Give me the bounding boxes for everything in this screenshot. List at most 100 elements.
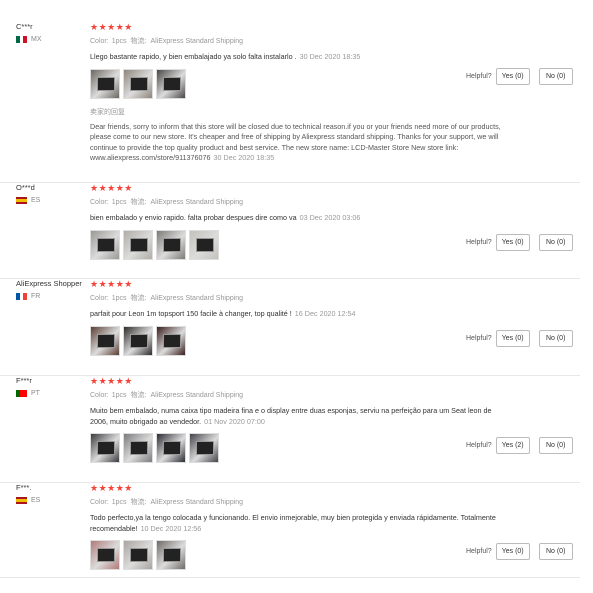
reviewer-country: PT (16, 390, 88, 397)
review-photo-thumbnail[interactable] (156, 540, 186, 570)
color-label: Color: (90, 38, 109, 45)
review-photo-thumbnail[interactable] (123, 68, 153, 99)
review-photo-thumbnail[interactable] (90, 540, 120, 570)
reviewer-name: F***. (16, 483, 32, 492)
helpful-yes-button[interactable]: Yes (0) (495, 68, 530, 85)
logistics-value: AliExpress Standard Shipping (150, 199, 244, 206)
feedback-body: Muito bem embalado, numa caixa tipo made… (90, 406, 492, 426)
feedback-text: Todo perfecto,ya la tengo colocada y fun… (90, 513, 510, 534)
country-flag-icon (16, 197, 27, 204)
review-item: O***d ES ★★★★★ Color: 1pcs 物流: AliExpress Stan… (0, 183, 580, 279)
helpful-yes-button[interactable]: Yes (0) (495, 330, 530, 347)
reviewer-name: O***d (16, 183, 35, 192)
helpful-no-button[interactable]: No (0) (538, 543, 573, 560)
feedback-text: bien embalado y envio rapido. falta prob… (90, 213, 510, 224)
country-code: MX (31, 36, 42, 43)
helpful-controls: Helpful? Yes (2) No (0) (466, 437, 573, 454)
helpful-yes-button[interactable]: Yes (2) (495, 437, 530, 454)
review-item: C***r MX ★★★★★ Color: 1pcs 物流: AliExpress Stan… (0, 22, 580, 183)
logistics-label: 物流: (130, 295, 147, 302)
seller-reply-title: 卖家的回复 (90, 108, 125, 116)
feedback-text: Llego bastante rapido, y bien embalajado… (90, 52, 510, 63)
country-code: FR (31, 293, 41, 300)
review-photo-thumbnail[interactable] (156, 325, 186, 356)
feedback-date: 10 Dec 2020 12:56 (140, 523, 202, 533)
review-photo-thumbnail[interactable] (189, 433, 219, 463)
color-label: Color: (90, 199, 109, 206)
logistics-value: AliExpress Standard Shipping (150, 38, 244, 45)
reviewer-info: F***. ES (16, 483, 88, 504)
country-code: ES (31, 197, 41, 204)
review-photo-thumbnail[interactable] (90, 325, 120, 356)
country-flag-icon (16, 36, 28, 43)
logistics-value: AliExpress Standard Shipping (150, 499, 244, 506)
feedback-date: 30 Dec 2020 18:35 (299, 52, 361, 61)
color-label: Color: (90, 295, 109, 302)
seller-reply-body: Dear friends, sorry to inform that this … (90, 121, 501, 163)
reviewer-country: FR (16, 293, 88, 300)
review-photo-thumbnail[interactable] (123, 229, 153, 260)
helpful-yes-button[interactable]: Yes (0) (495, 543, 530, 560)
reviewer-name: F***r (16, 376, 32, 385)
review-photo-thumbnail[interactable] (123, 540, 153, 570)
seller-reply-date: 30 Dec 2020 18:35 (213, 153, 275, 162)
review-photo-thumbnail[interactable] (156, 433, 186, 463)
review-item: F***r PT ★★★★★ Color: 1pcs 物流: AliExpress Stan… (0, 376, 580, 483)
feedback-body: Llego bastante rapido, y bien embalajado… (90, 52, 297, 61)
review-content: ★★★★★ Color: 1pcs 物流: AliExpress Standard Sh… (90, 22, 510, 164)
review-photo-thumbnail[interactable] (90, 68, 120, 99)
review-photo-thumbnail[interactable] (90, 229, 120, 260)
country-code: PT (31, 390, 40, 397)
feedback-date: 16 Dec 2020 12:54 (294, 309, 356, 318)
feedback-body: parfait pour Leon 1m topsport 150 facile… (90, 309, 292, 318)
review-content: ★★★★★ Color: 1pcs 物流: AliExpress Standard Sh… (90, 483, 510, 570)
helpful-label: Helpful? (466, 335, 492, 342)
color-value: 1pcs (111, 392, 127, 399)
helpful-no-button[interactable]: No (0) (538, 437, 573, 454)
review-content: ★★★★★ Color: 1pcs 物流: AliExpress Standard Sh… (90, 183, 510, 260)
feedback-body: bien embalado y envio rapido. falta prob… (90, 213, 297, 222)
helpful-no-button[interactable]: No (0) (538, 68, 573, 85)
helpful-label: Helpful? (466, 442, 492, 449)
logistics-label: 物流: (130, 392, 147, 399)
order-info: Color: 1pcs 物流: AliExpress Standard Shippin… (90, 294, 510, 303)
review-photos (90, 433, 510, 463)
reviewer-info: AliExpress Shopper FR (16, 279, 88, 300)
review-photo-thumbnail[interactable] (123, 325, 153, 356)
review-photos (90, 68, 510, 99)
review-photo-thumbnail[interactable] (156, 229, 186, 260)
review-item: F***. ES ★★★★★ Color: 1pcs 物流: AliExpress Stan… (0, 483, 580, 578)
order-info: Color: 1pcs 物流: AliExpress Standard Shippin… (90, 37, 510, 46)
review-photos (90, 540, 510, 570)
helpful-controls: Helpful? Yes (0) No (0) (466, 234, 573, 251)
order-info: Color: 1pcs 物流: AliExpress Standard Shippin… (90, 198, 510, 207)
star-rating: ★★★★★ (90, 279, 133, 289)
review-photos (90, 229, 510, 260)
country-flag-icon (16, 390, 28, 397)
review-photo-thumbnail[interactable] (189, 229, 219, 260)
star-rating: ★★★★★ (90, 22, 133, 32)
helpful-no-button[interactable]: No (0) (538, 234, 573, 251)
star-rating: ★★★★★ (90, 483, 133, 493)
logistics-value: AliExpress Standard Shipping (150, 392, 244, 399)
star-rating: ★★★★★ (90, 376, 133, 386)
color-label: Color: (90, 499, 109, 506)
color-value: 1pcs (111, 295, 127, 302)
reviewer-info: F***r PT (16, 376, 88, 397)
review-content: ★★★★★ Color: 1pcs 物流: AliExpress Standard Sh… (90, 376, 510, 463)
color-value: 1pcs (111, 499, 127, 506)
helpful-label: Helpful? (466, 73, 492, 80)
helpful-yes-button[interactable]: Yes (0) (495, 234, 530, 251)
helpful-controls: Helpful? Yes (0) No (0) (466, 68, 573, 85)
feedback-text: Muito bem embalado, numa caixa tipo made… (90, 406, 510, 427)
country-flag-icon (16, 497, 27, 504)
helpful-no-button[interactable]: No (0) (538, 330, 573, 347)
order-info: Color: 1pcs 物流: AliExpress Standard Shippin… (90, 498, 510, 507)
review-photo-thumbnail[interactable] (123, 433, 153, 463)
review-photo-thumbnail[interactable] (90, 433, 120, 463)
review-photo-thumbnail[interactable] (156, 68, 186, 99)
helpful-controls: Helpful? Yes (0) No (0) (466, 543, 573, 560)
country-code: ES (31, 497, 41, 504)
review-item: AliExpress Shopper FR ★★★★★ Color: 1pcs 物流: Al… (0, 279, 580, 376)
color-value: 1pcs (111, 199, 127, 206)
